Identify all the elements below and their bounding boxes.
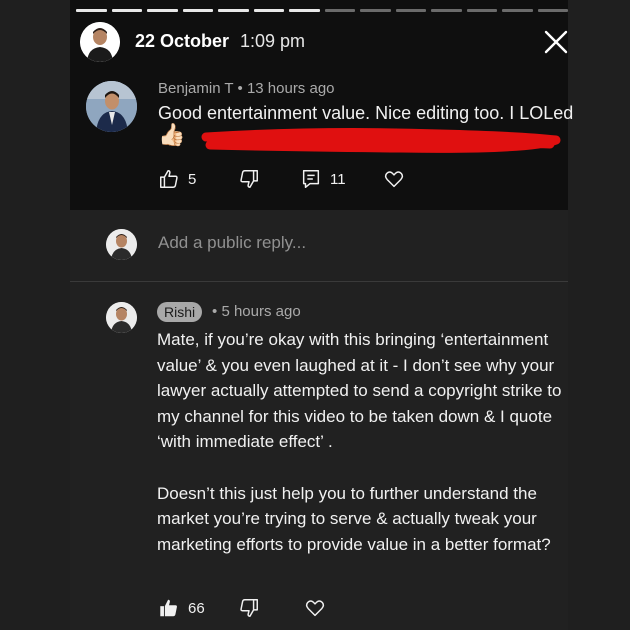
reply-like-button[interactable]: 66 — [158, 597, 205, 619]
story-author-avatar[interactable] — [80, 22, 120, 62]
reply-count: 11 — [330, 170, 346, 188]
comment-author[interactable]: Benjamin T — [158, 80, 233, 97]
dislike-button[interactable] — [238, 168, 260, 190]
progress-segment — [431, 9, 462, 12]
meta-separator: • — [212, 303, 218, 320]
story-date: 22 October — [135, 31, 230, 51]
progress-segment — [289, 9, 320, 12]
progress-segment — [502, 9, 533, 12]
progress-segment — [111, 9, 142, 12]
story-progress-bar — [76, 9, 568, 12]
thumbs-up-filled-icon — [160, 599, 177, 617]
meta-separator: • — [237, 80, 243, 97]
reply-dislike-button[interactable] — [238, 597, 260, 619]
reply-comment-icon — [302, 170, 320, 188]
heart-icon — [305, 600, 325, 617]
thumbs-down-icon — [240, 599, 258, 617]
progress-segment — [253, 9, 284, 12]
my-avatar — [106, 229, 137, 260]
reply-age: 5 hours ago — [221, 303, 301, 320]
progress-segment — [537, 9, 568, 12]
comment-age: 13 hours ago — [246, 80, 335, 97]
progress-segment — [76, 9, 107, 12]
divider — [70, 281, 568, 282]
reply-text: Mate, if you’re okay with this bringing … — [157, 327, 577, 557]
thumbs-down-icon — [240, 170, 258, 188]
heart-icon — [384, 171, 404, 188]
heart-button[interactable] — [383, 168, 405, 190]
reply-author-avatar[interactable] — [106, 302, 137, 333]
progress-segment — [218, 9, 249, 12]
red-scribble-redaction — [201, 128, 561, 153]
comment-text: Good entertainment value. Nice editing t… — [158, 103, 574, 123]
add-reply-input[interactable]: Add a public reply... — [158, 233, 306, 253]
reply-paragraph: Doesn’t this just help you to further un… — [157, 483, 551, 554]
comment-author-line: Benjamin T • 13 hours ago — [158, 80, 335, 97]
progress-segment — [147, 9, 178, 12]
like-count: 5 — [188, 170, 197, 188]
commenter-avatar[interactable] — [86, 81, 137, 132]
reply-like-count: 66 — [188, 599, 205, 617]
progress-segment — [395, 9, 426, 12]
replies-button[interactable]: 11 — [300, 168, 346, 190]
story-time: 1:09 pm — [240, 31, 306, 51]
close-icon[interactable] — [540, 26, 572, 58]
reply-paragraph: Mate, if you’re okay with this bringing … — [157, 330, 562, 452]
progress-segment — [182, 9, 213, 12]
reply-heart-button[interactable] — [304, 597, 326, 619]
reply-author-badge[interactable]: Rishi — [157, 302, 203, 322]
progress-segment — [466, 9, 497, 12]
thumbs-up-emoji: 👍🏻 — [158, 122, 186, 147]
thumbs-up-icon — [160, 170, 178, 188]
like-button[interactable]: 5 — [158, 168, 196, 190]
progress-segment — [360, 9, 391, 12]
reply-meta: • 5 hours ago — [212, 303, 301, 320]
progress-segment — [324, 9, 355, 12]
